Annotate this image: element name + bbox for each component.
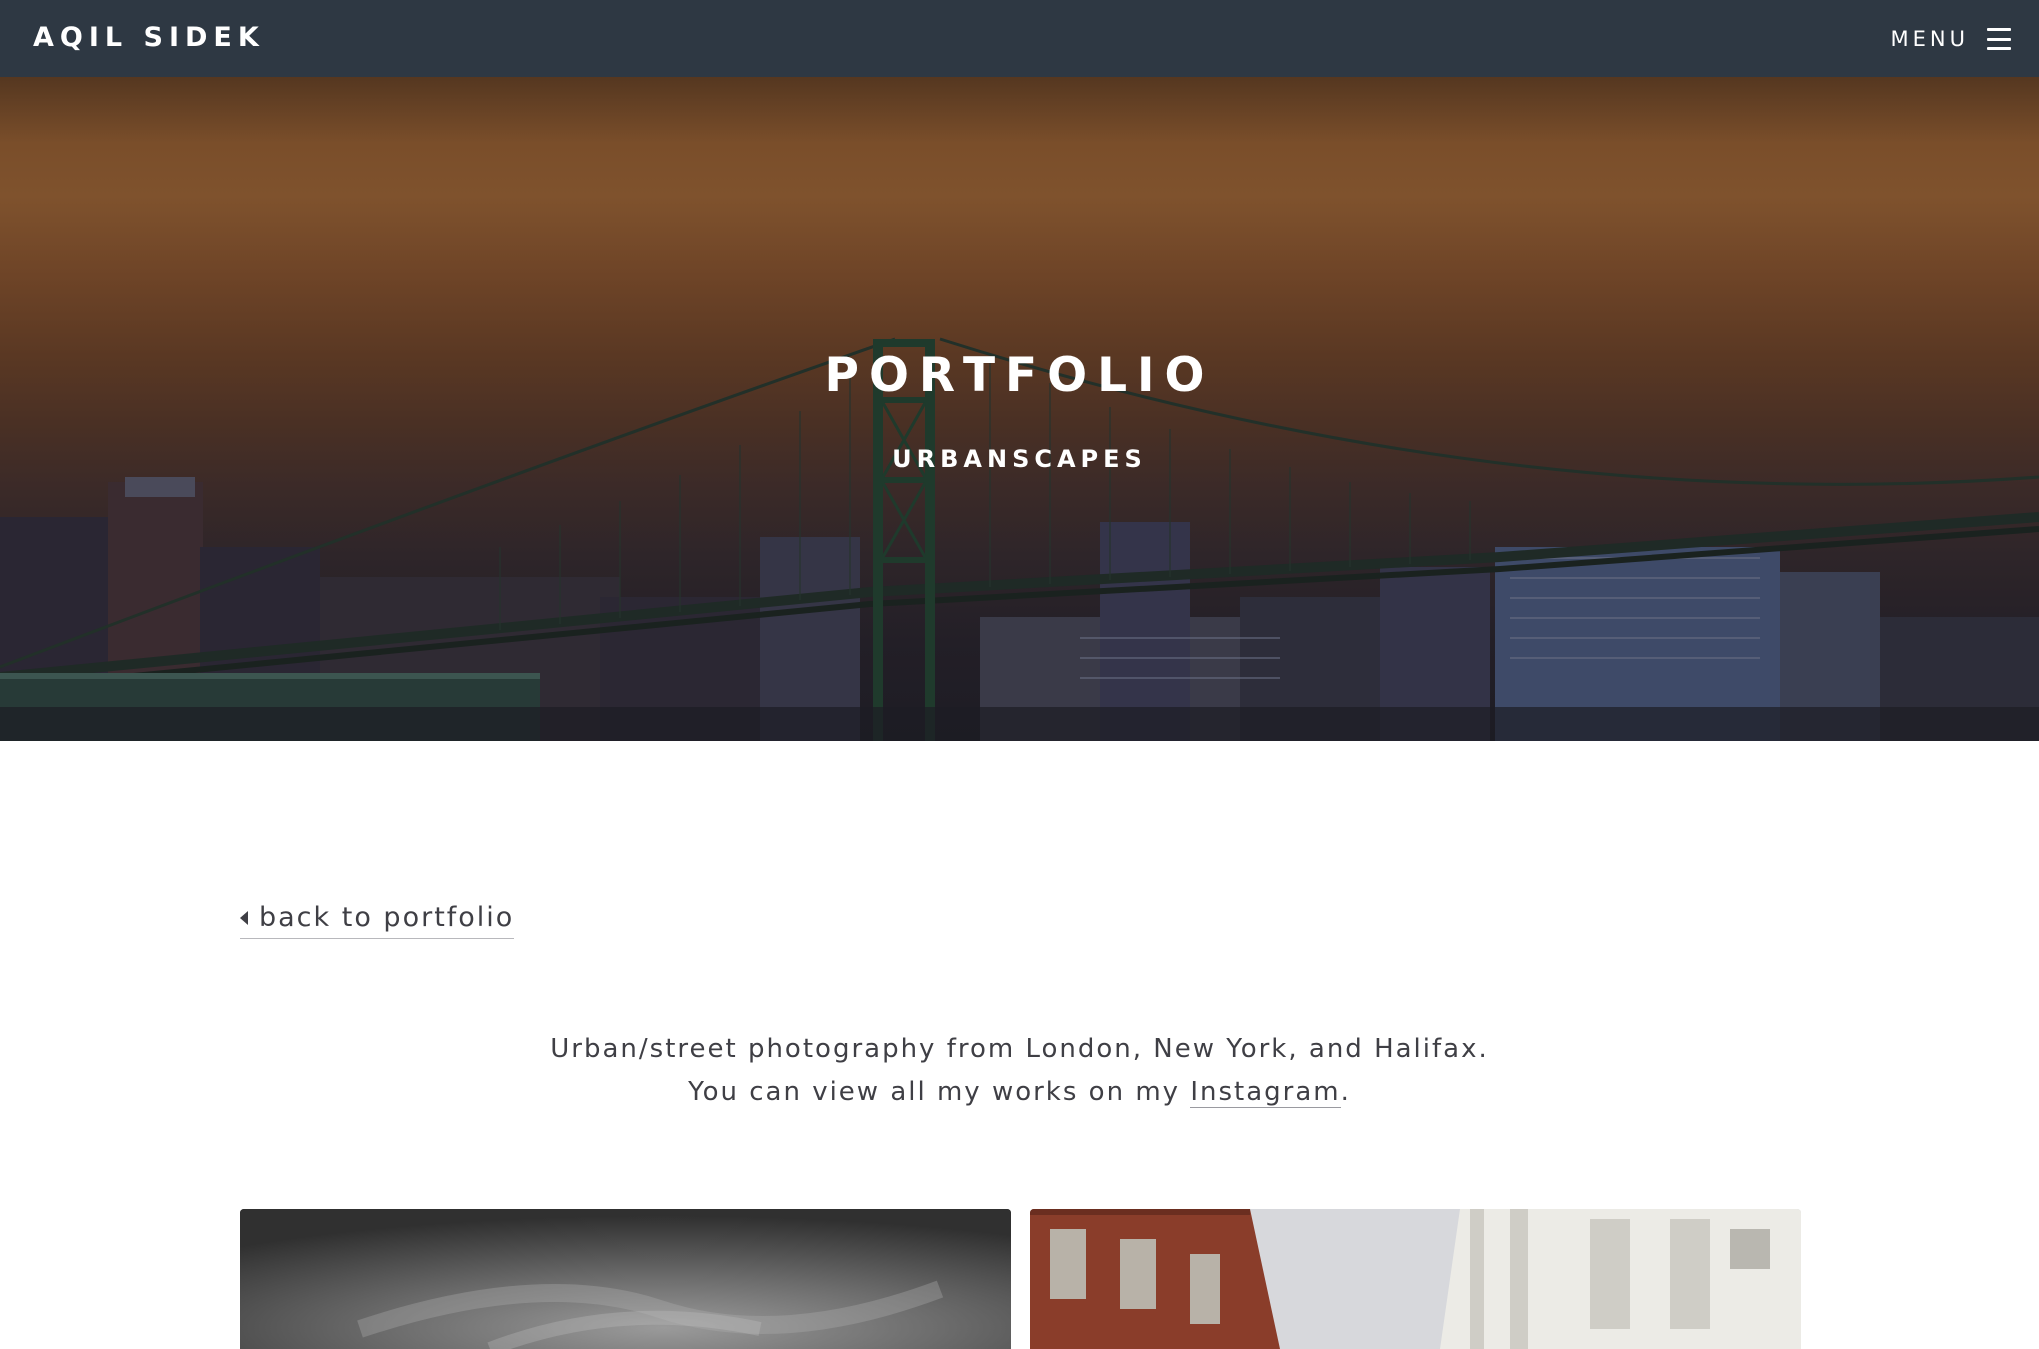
gallery-photo-2-image [1030,1209,1801,1349]
gallery-photo-1-image [240,1209,1011,1349]
instagram-link[interactable]: Instagram [1190,1077,1341,1108]
intro-line-1: Urban/street photography from London, Ne… [550,1034,1489,1064]
intro-line-2: You can view all my works on my Instagra… [0,1071,2039,1114]
menu-label: MENU [1890,27,1969,51]
caret-left-icon [240,911,248,925]
menu-button[interactable]: MENU [1891,23,2011,55]
top-navbar: AQIL SIDEK MENU [0,0,2039,77]
gallery-photo-1[interactable] [240,1209,1011,1349]
intro-line-2-suffix: . [1340,1077,1351,1107]
hero-subtitle: URBANSCAPES [892,445,1147,473]
intro-text: Urban/street photography from London, Ne… [0,1028,2039,1114]
back-link-label: back to portfolio [259,902,515,933]
hero-text: PORTFOLIO URBANSCAPES [0,77,2039,741]
intro-line-2-prefix: You can view all my works on my [688,1077,1191,1107]
hero-banner: PORTFOLIO URBANSCAPES [0,77,2039,741]
site-brand-link[interactable]: AQIL SIDEK [33,20,265,56]
back-to-portfolio-link[interactable]: back to portfolio [240,900,515,939]
hamburger-icon [1987,28,2011,50]
hero-title: PORTFOLIO [824,348,1215,403]
gallery-photo-2[interactable] [1030,1209,1801,1349]
